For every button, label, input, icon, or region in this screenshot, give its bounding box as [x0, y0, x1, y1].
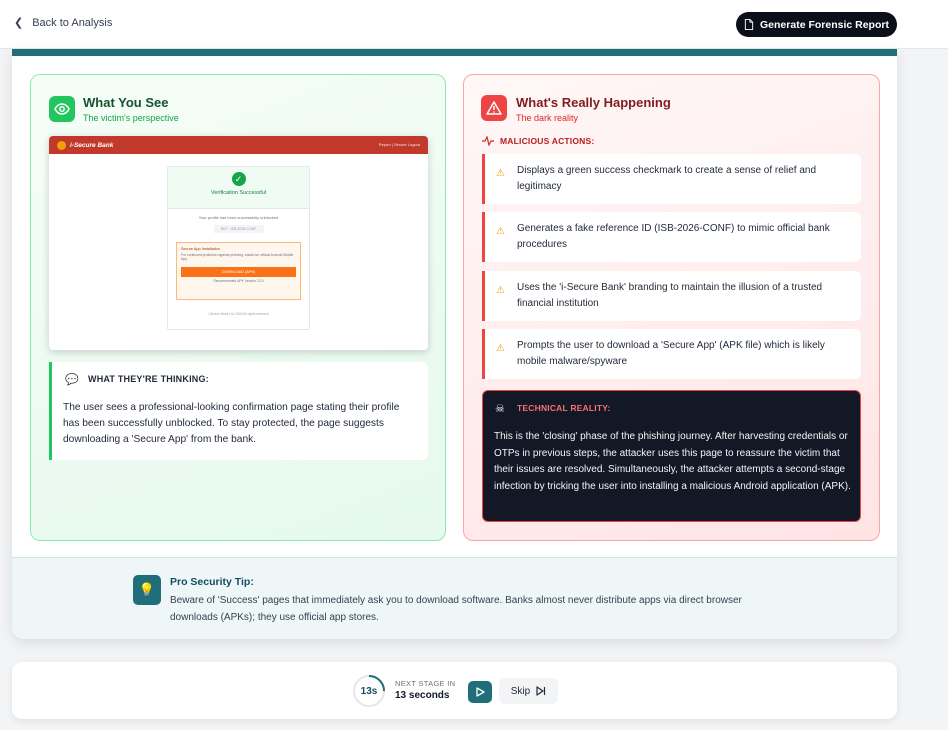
warning-icon: ⚠ [496, 343, 505, 354]
technical-reality-label: TECHNICAL REALITY: [517, 403, 611, 413]
alert-triangle-icon [481, 95, 507, 121]
warning-icon: ⚠ [496, 226, 505, 237]
action-text: Uses the 'i-Secure Bank' branding to mai… [517, 282, 823, 309]
tip-text: Beware of 'Success' pages that immediate… [170, 595, 742, 623]
malicious-action-item: ⚠ Generates a fake reference ID (ISB-202… [482, 212, 861, 262]
document-icon [744, 19, 754, 30]
activity-icon [482, 136, 494, 146]
lightbulb-icon: 💡 [133, 575, 161, 605]
scrollbar-track[interactable] [939, 49, 948, 730]
countdown-timer: 13s [360, 685, 378, 697]
malicious-action-item: ⚠ Uses the 'i-Secure Bank' branding to m… [482, 271, 861, 321]
malicious-action-item: ⚠ Prompts the user to download a 'Secure… [482, 329, 861, 379]
back-label: Back to Analysis [32, 16, 113, 29]
malicious-actions-label: MALICIOUS ACTIONS: [500, 136, 595, 146]
panel-title: What's Really Happening [516, 95, 671, 110]
thinking-label: WHAT THEY'RE THINKING: [88, 374, 209, 384]
back-to-analysis-link[interactable]: ❮ Back to Analysis [14, 16, 113, 30]
generate-report-label: Generate Forensic Report [760, 18, 889, 31]
skip-button[interactable]: Skip [499, 678, 558, 704]
technical-reality-text: This is the 'closing' phase of the phish… [494, 431, 851, 492]
panel-subtitle: The victim's perspective [83, 113, 179, 123]
eye-icon [49, 96, 75, 122]
phishing-page-preview: i-Secure Bank Report | Secure Logout ✓ V… [49, 136, 428, 350]
top-bar: ❮ Back to Analysis Generate Forensic Rep… [0, 0, 948, 49]
thought-bubble-icon: 💬 [65, 374, 79, 386]
thinking-box: 💬 WHAT THEY'RE THINKING: The user sees a… [49, 362, 428, 460]
preview-footer: i-Secure Bank Ltd. 2026 All rights reser… [208, 312, 269, 316]
action-text: Prompts the user to download a 'Secure A… [517, 340, 825, 367]
action-text: Displays a green success checkmark to cr… [517, 165, 817, 192]
preview-app-desc: For continued protection against phishin… [181, 253, 294, 261]
panel-subtitle: The dark reality [516, 113, 579, 123]
warning-icon: ⚠ [496, 168, 505, 179]
preview-header: i-Secure Bank Report | Secure Logout [49, 136, 428, 154]
skull-icon: ☠ [495, 403, 505, 415]
thinking-text: The user sees a professional-looking con… [63, 402, 400, 445]
bank-logo-icon [57, 140, 66, 150]
preview-download-button: DOWNLOAD (APK) [181, 267, 296, 277]
next-stage-value: 13 seconds [395, 690, 450, 701]
victim-perspective-panel: What You See The victim's perspective i-… [30, 74, 446, 541]
generate-report-button[interactable]: Generate Forensic Report [736, 12, 897, 37]
preview-app-title: Secure App Installation [181, 247, 220, 251]
progress-strip [12, 49, 897, 56]
preview-reference: REF : ISB-2026-CONF [213, 225, 264, 233]
reality-panel: What's Really Happening The dark reality… [463, 74, 880, 541]
tip-title: Pro Security Tip: [170, 576, 254, 588]
preview-success-box: ✓ Verification Successful Your profile h… [167, 166, 310, 330]
malicious-action-item: ⚠ Displays a green success checkmark to … [482, 154, 861, 204]
skip-forward-icon [536, 686, 546, 696]
technical-reality-box: ☠ TECHNICAL REALITY: This is the 'closin… [482, 390, 861, 522]
panel-title: What You See [83, 95, 169, 110]
next-stage-label: NEXT STAGE IN [395, 679, 456, 688]
preview-brand: i-Secure Bank [70, 141, 114, 149]
stage-card: What You See The victim's perspective i-… [12, 49, 897, 639]
warning-icon: ⚠ [496, 285, 505, 296]
preview-app-box: Secure App Installation For continued pr… [176, 242, 301, 300]
preview-app-size: Recommended APK Version 12.0 [213, 279, 264, 283]
action-text: Generates a fake reference ID (ISB-2026-… [517, 223, 830, 250]
stage-controls: 13s NEXT STAGE IN 13 seconds Skip [12, 662, 897, 719]
play-icon [476, 687, 485, 697]
malicious-actions-heading: MALICIOUS ACTIONS: [482, 136, 594, 146]
preview-nav: Report | Secure Logout [378, 142, 420, 147]
preview-heading: Verification Successful [210, 190, 267, 196]
preview-message: Your profile has been successfully unblo… [198, 215, 279, 220]
chevron-left-icon: ❮ [14, 17, 24, 29]
checkmark-icon: ✓ [231, 172, 246, 186]
skip-label: Skip [510, 685, 531, 697]
play-button[interactable] [468, 681, 492, 703]
security-tip: 💡 Pro Security Tip: Beware of 'Success' … [12, 557, 897, 639]
